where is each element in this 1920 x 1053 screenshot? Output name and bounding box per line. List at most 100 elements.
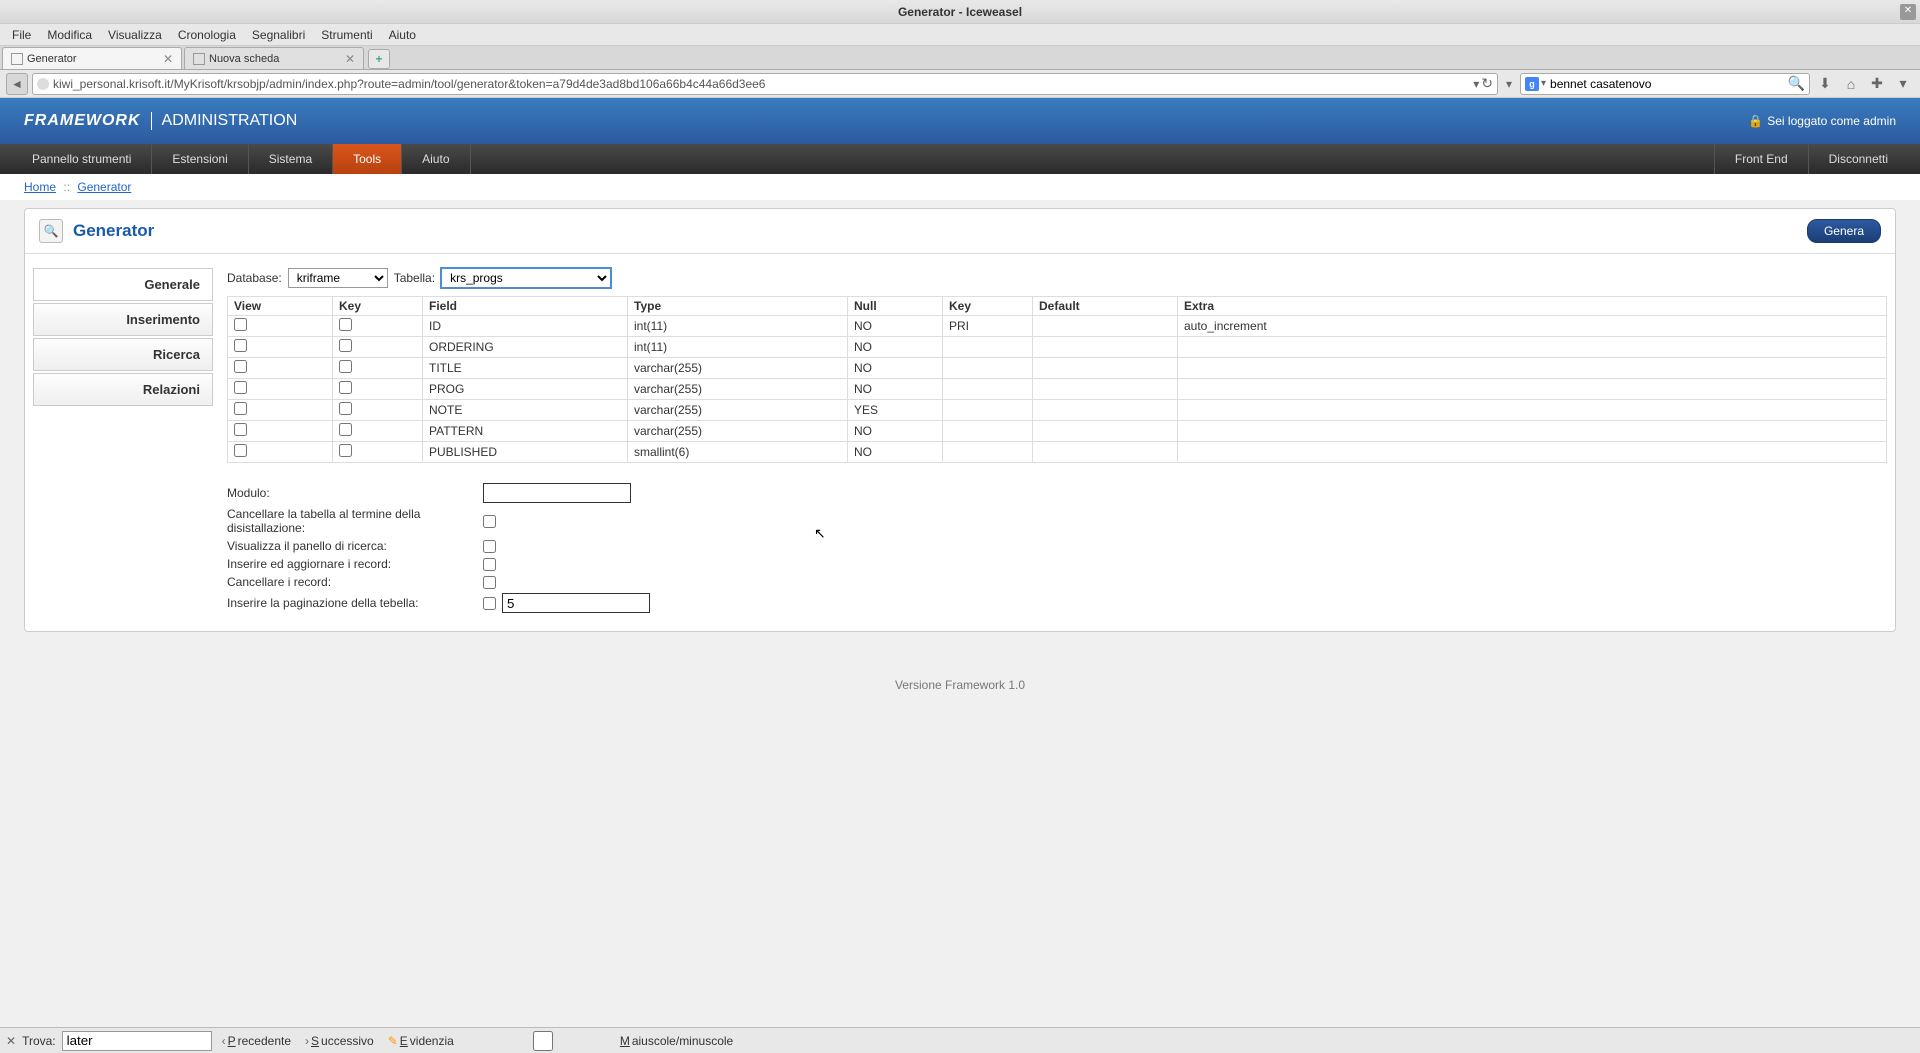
key-checkbox[interactable] — [339, 444, 352, 457]
col-default: Default — [1033, 297, 1178, 316]
matchcase-checkbox[interactable] — [468, 1031, 618, 1051]
insert-update-label: Inserire ed aggiornare i record: — [227, 557, 483, 571]
find-matchcase[interactable]: Maiuscole/minuscole — [464, 1031, 737, 1051]
view-checkbox[interactable] — [234, 444, 247, 457]
menu-modifica[interactable]: Modifica — [39, 26, 100, 44]
options: Modulo: Cancellare la tabella al termine… — [227, 483, 1887, 613]
modulo-input[interactable] — [483, 483, 631, 503]
table-row: ID int(11) NO PRI auto_increment — [228, 316, 1887, 337]
admin-footer: Versione Framework 1.0 — [0, 656, 1920, 714]
cell-default — [1033, 316, 1178, 337]
search-input[interactable] — [1550, 77, 1788, 91]
cell-default — [1033, 421, 1178, 442]
genera-button[interactable]: Genera — [1807, 219, 1881, 243]
url-input[interactable] — [53, 77, 1471, 91]
admin-logo: FRAMEWORK ADMINISTRATION — [24, 112, 297, 130]
find-label: Trova: — [22, 1034, 56, 1048]
cell-key2 — [943, 442, 1033, 463]
cell-type: varchar(255) — [628, 379, 848, 400]
find-input[interactable] — [62, 1031, 212, 1051]
back-button[interactable]: ◄ — [6, 73, 28, 95]
tab-close-icon[interactable]: ✕ — [163, 52, 173, 66]
search-engine-dropdown-icon[interactable]: ▾ — [1541, 78, 1546, 89]
breadcrumb-generator[interactable]: Generator — [77, 180, 131, 194]
reload-icon[interactable]: ↻ — [1481, 75, 1493, 92]
database-select[interactable]: kriframe — [288, 268, 388, 288]
nav-tools[interactable]: Tools — [333, 144, 402, 174]
cell-key2 — [943, 358, 1033, 379]
nav-front-end[interactable]: Front End — [1714, 144, 1808, 174]
nav-pannello-strumenti[interactable]: Pannello strumenti — [12, 144, 152, 174]
menu-aiuto[interactable]: Aiuto — [381, 26, 424, 44]
view-checkbox[interactable] — [234, 318, 247, 331]
window-close-icon[interactable]: ✕ — [1900, 4, 1916, 20]
fields-table: View Key Field Type Null Key Default Ext… — [227, 296, 1887, 463]
view-checkbox[interactable] — [234, 360, 247, 373]
menu-strumenti[interactable]: Strumenti — [313, 26, 380, 44]
view-checkbox[interactable] — [234, 402, 247, 415]
view-checkbox[interactable] — [234, 423, 247, 436]
find-prev-button[interactable]: ‹ Precedente — [218, 1034, 295, 1048]
drop-table-checkbox[interactable] — [483, 515, 496, 528]
tab-nuova-scheda[interactable]: Nuova scheda ✕ — [184, 47, 364, 69]
delete-records-checkbox[interactable] — [483, 576, 496, 589]
key-checkbox[interactable] — [339, 423, 352, 436]
view-checkbox[interactable] — [234, 381, 247, 394]
close-find-icon[interactable]: ✕ — [6, 1034, 16, 1048]
cell-null: NO — [848, 442, 943, 463]
key-checkbox[interactable] — [339, 339, 352, 352]
downloads-icon[interactable]: ⬇ — [1814, 73, 1836, 95]
key-checkbox[interactable] — [339, 402, 352, 415]
window-titlebar: Generator - Iceweasel ✕ — [0, 0, 1920, 24]
side-tab-generale[interactable]: Generale — [33, 268, 213, 301]
pagination-input[interactable] — [502, 593, 650, 613]
cell-default — [1033, 400, 1178, 421]
admin-label: ADMINISTRATION — [162, 112, 298, 130]
cell-key2 — [943, 421, 1033, 442]
menu-visualizza[interactable]: Visualizza — [100, 26, 170, 44]
cell-extra — [1178, 400, 1887, 421]
cell-field: NOTE — [423, 400, 628, 421]
cell-extra: auto_increment — [1178, 316, 1887, 337]
home-icon[interactable]: ⌂ — [1840, 73, 1862, 95]
cell-extra — [1178, 358, 1887, 379]
menu-cronologia[interactable]: Cronologia — [170, 26, 244, 44]
search-engine-icon[interactable]: g — [1525, 77, 1539, 91]
nav-estensioni[interactable]: Estensioni — [152, 144, 248, 174]
url-dropdown-icon[interactable]: ▾ — [1473, 77, 1479, 91]
breadcrumb-home[interactable]: Home — [24, 180, 56, 194]
side-tab-inserimento[interactable]: Inserimento — [33, 303, 213, 336]
view-checkbox[interactable] — [234, 339, 247, 352]
side-tab-ricerca[interactable]: Ricerca — [33, 338, 213, 371]
new-tab-button[interactable]: + — [368, 49, 390, 69]
tab-close-icon[interactable]: ✕ — [345, 52, 355, 66]
search-icon[interactable]: 🔍 — [1788, 75, 1805, 92]
key-checkbox[interactable] — [339, 318, 352, 331]
nav-disconnetti[interactable]: Disconnetti — [1808, 144, 1908, 174]
window-title: Generator - Iceweasel — [898, 5, 1022, 19]
addon-icon[interactable]: ✚ — [1866, 73, 1888, 95]
key-checkbox[interactable] — [339, 360, 352, 373]
search-panel-label: Visualizza il panello di ricerca: — [227, 539, 483, 553]
col-extra: Extra — [1178, 297, 1887, 316]
pagination-checkbox[interactable] — [483, 597, 496, 610]
find-highlight-button[interactable]: ✎Evidenzia — [384, 1034, 458, 1048]
nav-sistema[interactable]: Sistema — [249, 144, 333, 174]
chevron-right-icon: › — [305, 1034, 309, 1048]
site-identity-icon[interactable] — [37, 78, 49, 90]
history-dropdown-icon[interactable]: ▾ — [1502, 77, 1516, 91]
cell-key2: PRI — [943, 316, 1033, 337]
toolbar-dropdown-icon[interactable]: ▾ — [1892, 73, 1914, 95]
find-next-button[interactable]: › Successivo — [301, 1034, 378, 1048]
menu-segnalibri[interactable]: Segnalibri — [244, 26, 313, 44]
tab-generator[interactable]: Generator ✕ — [2, 47, 182, 69]
tabella-select[interactable]: krs_progs — [441, 268, 611, 288]
side-tab-relazioni[interactable]: Relazioni — [33, 373, 213, 406]
cell-key2 — [943, 400, 1033, 421]
key-checkbox[interactable] — [339, 381, 352, 394]
cell-null: NO — [848, 358, 943, 379]
menu-file[interactable]: File — [4, 26, 39, 44]
search-panel-checkbox[interactable] — [483, 540, 496, 553]
nav-aiuto[interactable]: Aiuto — [402, 144, 470, 174]
insert-update-checkbox[interactable] — [483, 558, 496, 571]
